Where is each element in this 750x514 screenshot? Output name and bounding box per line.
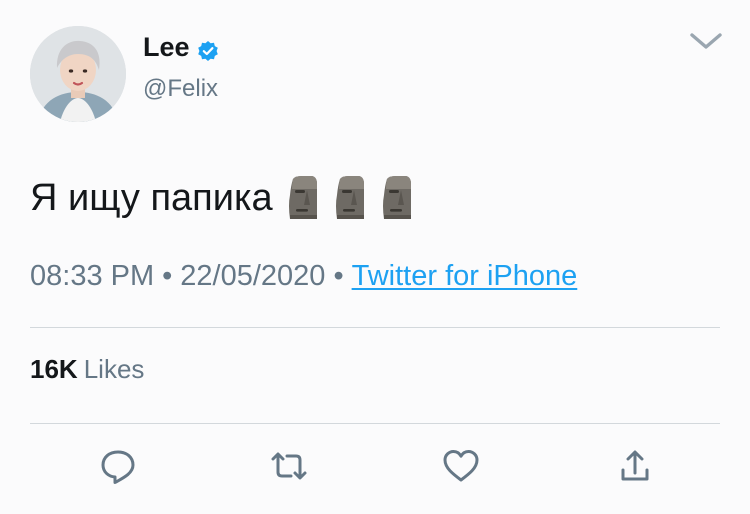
meta-separator: • [162,260,173,292]
moai-emoji-icon [286,175,320,221]
tweet-date: 22/05/2020 [180,260,326,292]
action-bar [0,444,750,490]
moai-emoji-icon [333,175,367,221]
user-handle[interactable]: @Felix [143,74,218,104]
divider [30,327,720,328]
chevron-down-icon[interactable] [688,28,724,54]
avatar[interactable] [30,26,126,122]
tweet-card: Lee @Felix Я ищу папика 08:33 PM • 22/05… [0,0,750,514]
verified-badge-icon [197,36,219,61]
share-icon[interactable] [613,444,657,488]
display-name-text: Lee [143,32,190,62]
reply-icon[interactable] [96,444,140,488]
tweet-meta: 08:33 PM • 22/05/2020 • Twitter for iPhone [30,257,577,295]
retweet-icon[interactable] [267,444,311,488]
likes-stat[interactable]: 16K Likes [30,353,144,385]
heart-icon[interactable] [439,444,483,488]
tweet-text-body: Я ищу папика [30,177,273,219]
moai-emoji-icon [380,175,414,221]
likes-label: Likes [83,354,145,384]
tweet-source-link[interactable]: Twitter for iPhone [352,260,578,292]
likes-count: 16K [30,354,78,384]
meta-separator: • [333,260,344,292]
tweet-time: 08:33 PM [30,260,155,292]
divider [30,423,720,424]
tweet-text: Я ищу папика [30,173,414,223]
display-name[interactable]: Lee [143,30,219,64]
avatar-photo [30,26,126,122]
